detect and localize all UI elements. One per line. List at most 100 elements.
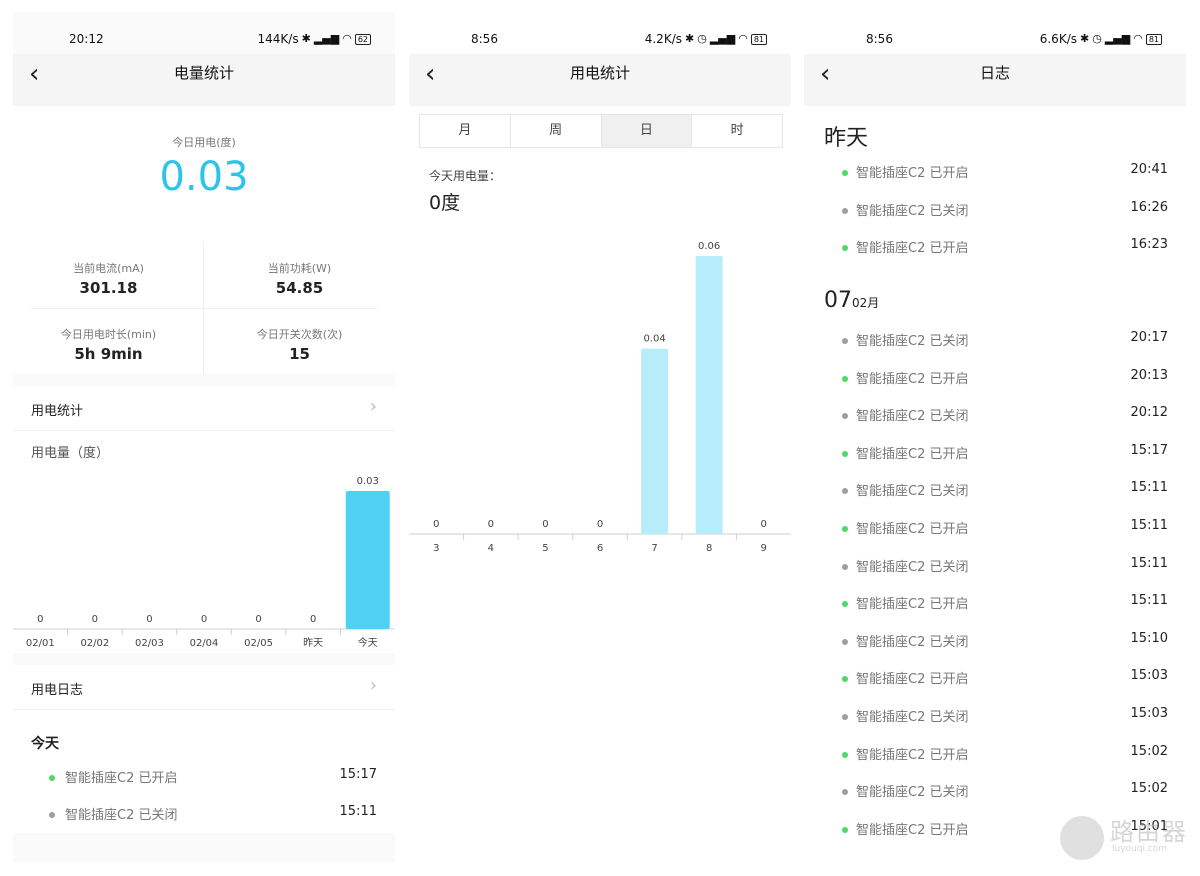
stat-value: 5h 9min — [74, 345, 143, 363]
log-entry: 智能插座C2 已关闭 16:26 — [804, 200, 1186, 224]
log-entry: 智能插座C2 已开启 15:11 — [804, 593, 1186, 617]
data-label: 0 — [761, 519, 767, 530]
log-entry: 智能插座C2 已开启 20:13 — [804, 368, 1186, 392]
data-label: 0 — [310, 614, 316, 625]
log-entry-time: 15:03 — [1130, 706, 1168, 721]
log-entry-text: 智能插座C2 已关闭 — [856, 484, 969, 500]
stat-value: 54.85 — [275, 279, 324, 297]
page-title: 电量统计 — [173, 64, 234, 82]
log-entry-text: 智能插座C2 已关闭 — [856, 334, 969, 349]
bar — [345, 491, 390, 629]
status-dot-on-icon — [842, 375, 848, 382]
usage-statistics-screen: 8:56 4.2K/s ✱ ◷ ▂▄▆ ◠ 81 ‹ 用电统计 月 周 日 时 … — [409, 12, 791, 862]
network-speed: 144K/s — [257, 32, 299, 46]
log-entry-text: 智能插座C2 已关闭 — [65, 808, 178, 823]
log-entry-time: 15:02 — [1130, 781, 1168, 797]
nav-bar: ‹ 用电统计 — [409, 54, 791, 106]
status-right: 6.6K/s ✱ ◷ ▂▄▆ ◠ 81 — [1040, 32, 1162, 46]
status-dot-on-icon — [842, 450, 848, 457]
today-summary: 今日用电(度) 0.03 当前电流(mA) 301.18 当前功耗(W) 54.… — [13, 106, 395, 374]
status-dot-on-icon — [842, 751, 848, 758]
data-label: 0.04 — [643, 334, 665, 345]
log-entry-text: 智能插座C2 已开启 — [856, 597, 969, 613]
log-entry-time: 15:11 — [1130, 555, 1168, 571]
status-dot-on-icon — [842, 170, 848, 176]
log-entry-text: 智能插座C2 已关闭 — [856, 785, 969, 801]
status-dot-on-icon — [842, 826, 848, 833]
status-bar: 20:12 144K/s ✱ ▂▄▆ ◠ 62 — [13, 12, 395, 54]
log-entry-text: 智能插座C2 已开启 — [856, 446, 969, 462]
log-group-day: 0702月 — [824, 288, 879, 313]
data-label: 0 — [597, 519, 603, 530]
log-entry-text: 智能插座C2 已开启 — [856, 166, 969, 181]
log-entry-time: 20:41 — [1130, 162, 1168, 177]
status-dot-off-icon — [842, 338, 848, 344]
status-time: 8:56 — [866, 32, 893, 46]
stat-label: 当前电流(mA) — [73, 262, 144, 275]
log-entry-time: 15:10 — [1130, 630, 1168, 646]
status-dot-off-icon — [842, 413, 848, 420]
tab-hour[interactable]: 时 — [692, 115, 782, 147]
log-entry: 智能插座C2 已开启 15:11 — [804, 518, 1186, 542]
data-label: 0 — [433, 519, 439, 530]
status-dot-off-icon — [842, 488, 848, 495]
log-entry-text: 智能插座C2 已开启 — [856, 747, 969, 763]
stat-current: 当前电流(mA) 301.18 — [13, 242, 204, 308]
log-entry: 智能插座C2 已关闭 15:10 — [804, 631, 1186, 655]
status-time: 20:12 — [69, 32, 104, 46]
tab-month[interactable]: 月 — [420, 115, 511, 147]
data-label: 0 — [146, 614, 152, 625]
log-entry-text: 智能插座C2 已开启 — [856, 672, 969, 688]
log-entry-time: 15:11 — [339, 804, 377, 819]
signal-icon: ▂▄▆ — [313, 32, 340, 45]
bluetooth-icon: ✱ — [1079, 32, 1090, 45]
tick-label: 昨天 — [303, 637, 323, 649]
stat-label: 今日开关次数(次) — [256, 328, 343, 341]
watermark-title: 路由器 — [1110, 818, 1188, 846]
log-entry-text: 智能插座C2 已开启 — [856, 522, 969, 537]
today-usage-label: 今日用电(度) — [172, 136, 236, 149]
log-entry-text: 智能插座C2 已开启 — [856, 371, 969, 387]
usage-log-header[interactable]: 用电日志 › — [13, 665, 395, 710]
status-dot-on-icon — [842, 601, 848, 608]
signal-icon: ▂▄▆ — [709, 32, 736, 45]
log-screen: 8:56 6.6K/s ✱ ◷ ▂▄▆ ◠ 81 ‹ 日志 昨天 0702月 智… — [804, 12, 1186, 862]
usage-log-section: 用电日志 › 今天 智能插座C2 已开启 15:17 智能插座C2 已关闭 15:11 — [13, 665, 395, 833]
log-entry: 智能插座C2 已关闭 15:11 — [13, 804, 395, 828]
status-dot-off-icon — [842, 789, 848, 796]
log-day-label: 今天 — [31, 736, 59, 752]
stat-duration: 今日用电时长(min) 5h 9min — [13, 308, 204, 374]
log-entry: 智能插座C2 已关闭 15:11 — [804, 480, 1186, 504]
alarm-icon: ◷ — [1092, 32, 1102, 45]
power-stats-screen: 20:12 144K/s ✱ ▂▄▆ ◠ 62 ‹ 电量统计 今日用电(度) 0… — [13, 12, 395, 862]
battery-icon: 81 — [1145, 33, 1162, 45]
tab-week[interactable]: 周 — [511, 115, 602, 147]
wifi-icon: ◠ — [342, 32, 352, 45]
stat-label: 今日用电时长(min) — [60, 328, 157, 341]
log-entry-time: 15:11 — [1130, 480, 1168, 496]
tick-label: 02/03 — [135, 638, 164, 649]
tick-label: 4 — [488, 543, 494, 554]
watermark: 路由器 luyouqi.com — [1060, 810, 1190, 866]
watermark-logo-icon — [1060, 816, 1104, 860]
log-entry-time: 15:17 — [1130, 442, 1168, 458]
tick-label: 今天 — [358, 636, 378, 649]
tick-label: 02/05 — [244, 638, 273, 649]
data-label: 0.06 — [698, 241, 720, 252]
signal-icon: ▂▄▆ — [1104, 32, 1131, 45]
network-speed: 6.6K/s — [1039, 32, 1077, 46]
tab-day[interactable]: 日 — [601, 115, 693, 147]
bar — [641, 348, 669, 534]
log-entry-time: 20:12 — [1130, 405, 1168, 421]
usage-stats-section: 用电统计 › 用电量（度） 0 02/01 0 02/02 0 02/03 0 02/04 0 0… — [13, 386, 395, 653]
log-entry: 智能插座C2 已开启 15:03 — [804, 668, 1186, 692]
log-entry-text: 智能插座C2 已开启 — [856, 822, 969, 838]
nav-bar: ‹ 日志 — [804, 54, 1186, 106]
log-entry-time: 16:23 — [1130, 237, 1168, 253]
chevron-right-icon[interactable]: › — [370, 675, 377, 696]
log-group-month: 02月 — [852, 296, 880, 310]
status-dot-on-icon — [842, 245, 848, 252]
stats-grid: 当前电流(mA) 301.18 当前功耗(W) 54.85 今日用电时长(min… — [13, 242, 395, 374]
log-entry-time: 15:11 — [1130, 518, 1168, 533]
log-entry-text: 智能插座C2 已关闭 — [856, 409, 969, 425]
